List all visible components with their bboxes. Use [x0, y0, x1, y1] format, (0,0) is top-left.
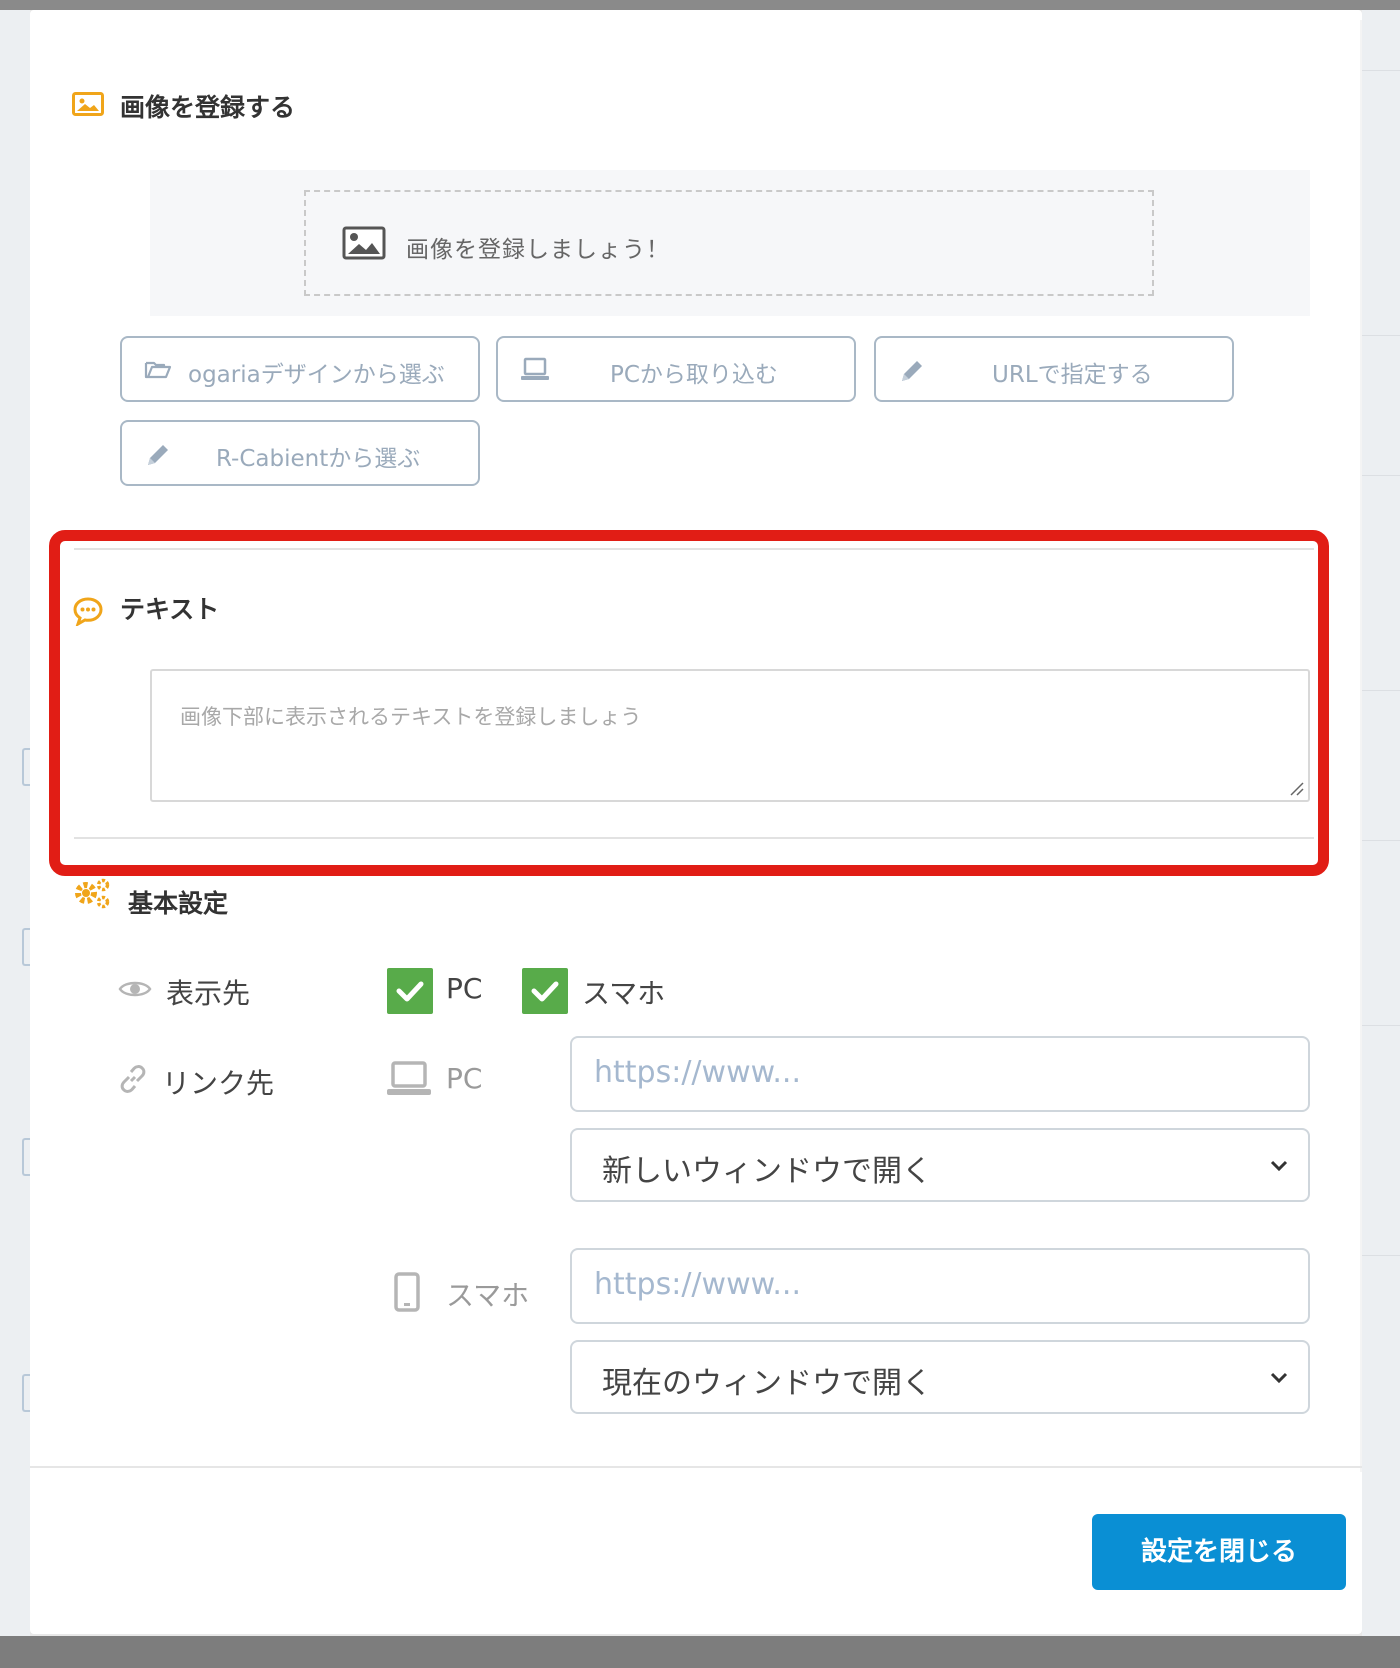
choose-rcabient-label: R-Cabientから選ぶ: [216, 446, 421, 472]
pc-url-input[interactable]: https://www...: [570, 1036, 1310, 1112]
smartphone-icon: [394, 1272, 420, 1312]
choose-rcabient-button[interactable]: R-Cabientから選ぶ: [120, 420, 480, 486]
link-pc-label: PC: [446, 1062, 483, 1095]
pc-target-select[interactable]: 新しいウィンドウで開く: [570, 1128, 1310, 1202]
sp-target-select[interactable]: 現在のウィンドウで開く: [570, 1340, 1310, 1414]
display-sp-label: スマホ: [582, 977, 666, 1010]
pc-url-placeholder: https://www...: [594, 1055, 801, 1090]
close-settings-button[interactable]: 設定を閉じる: [1092, 1514, 1346, 1590]
import-from-pc-label: PCから取り込む: [610, 362, 778, 388]
laptop-icon: [521, 357, 549, 380]
backdrop-right: [1362, 10, 1400, 1636]
gears-icon: [75, 878, 110, 909]
settings-modal: 画像を登録する 画像を登録しましょう！ ogariaデザインから選ぶ PCから取…: [30, 10, 1362, 1634]
dropzone-text: 画像を登録しましょう！: [406, 237, 670, 263]
check-icon: [531, 981, 559, 1002]
backdrop-bottom: [0, 1636, 1400, 1668]
specify-url-label: URLで指定する: [992, 362, 1153, 388]
pc-target-value: 新しいウィンドウで開く: [602, 1154, 932, 1189]
link-sp-label: スマホ: [446, 1279, 530, 1312]
backdrop-top: [0, 0, 1400, 10]
image-section-title: 画像を登録する: [120, 93, 296, 122]
choose-ogaria-design-label: ogariaデザインから選ぶ: [188, 362, 445, 388]
footer-divider: [30, 1466, 1362, 1468]
image-icon: [72, 92, 104, 116]
choose-ogaria-design-button[interactable]: ogariaデザインから選ぶ: [120, 336, 480, 402]
chevron-down-icon: [1270, 1372, 1288, 1384]
check-icon: [396, 981, 424, 1002]
display-pc-label: PC: [446, 972, 483, 1005]
basic-settings-title: 基本設定: [128, 889, 229, 918]
scrollbar[interactable]: [1360, 20, 1362, 1472]
picture-placeholder-icon: [342, 226, 386, 260]
pencil-icon: [902, 361, 922, 381]
link-icon: [120, 1065, 146, 1093]
display-target-label: 表示先: [166, 977, 251, 1010]
folder-open-icon: [144, 361, 172, 379]
backdrop-left: [0, 10, 32, 1636]
chevron-down-icon: [1270, 1160, 1288, 1172]
pencil-icon: [148, 445, 168, 465]
sp-url-placeholder: https://www...: [594, 1267, 801, 1302]
highlight-annotation-box: [49, 530, 1329, 876]
sp-target-value: 現在のウィンドウで開く: [602, 1366, 932, 1401]
import-from-pc-button[interactable]: PCから取り込む: [496, 336, 856, 402]
sp-url-input[interactable]: https://www...: [570, 1248, 1310, 1324]
link-target-label: リンク先: [162, 1067, 275, 1100]
display-sp-checkbox[interactable]: [522, 968, 568, 1014]
specify-url-button[interactable]: URLで指定する: [874, 336, 1234, 402]
laptop-icon: [387, 1061, 431, 1095]
display-pc-checkbox[interactable]: [387, 968, 433, 1014]
eye-icon: [118, 981, 152, 997]
